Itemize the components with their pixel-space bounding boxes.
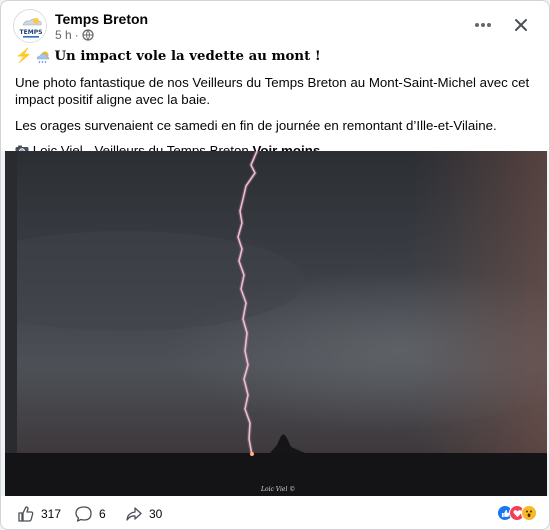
post-card: TEMPS Temps Breton 5 h · ⚡ Un impact vol…	[0, 0, 550, 530]
avatar[interactable]: TEMPS	[13, 9, 47, 43]
lightning-photo[interactable]: Loic Viel ©	[5, 151, 547, 496]
lightning-icon: ⚡	[15, 48, 33, 64]
post-title-line: ⚡ Un impact vole la vedette au mont !	[15, 48, 535, 66]
ellipsis-icon	[475, 23, 491, 27]
thumbs-up-icon	[18, 506, 34, 522]
more-options-button[interactable]	[469, 11, 497, 39]
meta-separator: ·	[74, 28, 79, 42]
photo-container: Loic Viel ©	[1, 151, 549, 496]
svg-text:TEMPS: TEMPS	[20, 29, 43, 36]
post-footer: 317 6 30	[1, 497, 549, 529]
comment-icon	[75, 506, 92, 522]
like-count: 317	[41, 507, 62, 521]
globe-icon	[82, 29, 94, 41]
post-paragraph-1: Une photo fantastique de nos Veilleurs d…	[15, 74, 530, 108]
post-time[interactable]: 5 h	[55, 28, 72, 42]
share-icon	[126, 507, 142, 521]
post-header: TEMPS Temps Breton 5 h ·	[13, 9, 537, 45]
share-button[interactable]: 30	[125, 503, 162, 525]
close-icon	[515, 19, 527, 31]
post-meta: 5 h ·	[55, 28, 94, 42]
storm-cloud-icon	[37, 51, 50, 63]
comment-count: 6	[99, 507, 106, 521]
photo-watermark: Loic Viel ©	[260, 486, 295, 493]
post-title: Un impact vole la vedette au mont !	[54, 49, 321, 64]
wow-reaction-icon	[521, 505, 537, 521]
close-button[interactable]	[507, 11, 535, 39]
post-text: ⚡ Un impact vole la vedette au mont ! Un…	[15, 48, 535, 168]
share-count: 30	[149, 507, 163, 521]
author-name[interactable]: Temps Breton	[55, 11, 148, 27]
post-paragraph-2: Les orages survenaient ce samedi en fin …	[15, 117, 497, 133]
like-button[interactable]: 317	[17, 503, 61, 525]
temps-breton-logo-icon: TEMPS	[14, 10, 46, 42]
comment-button[interactable]: 6	[75, 503, 106, 525]
reactions-summary[interactable]	[497, 504, 537, 522]
